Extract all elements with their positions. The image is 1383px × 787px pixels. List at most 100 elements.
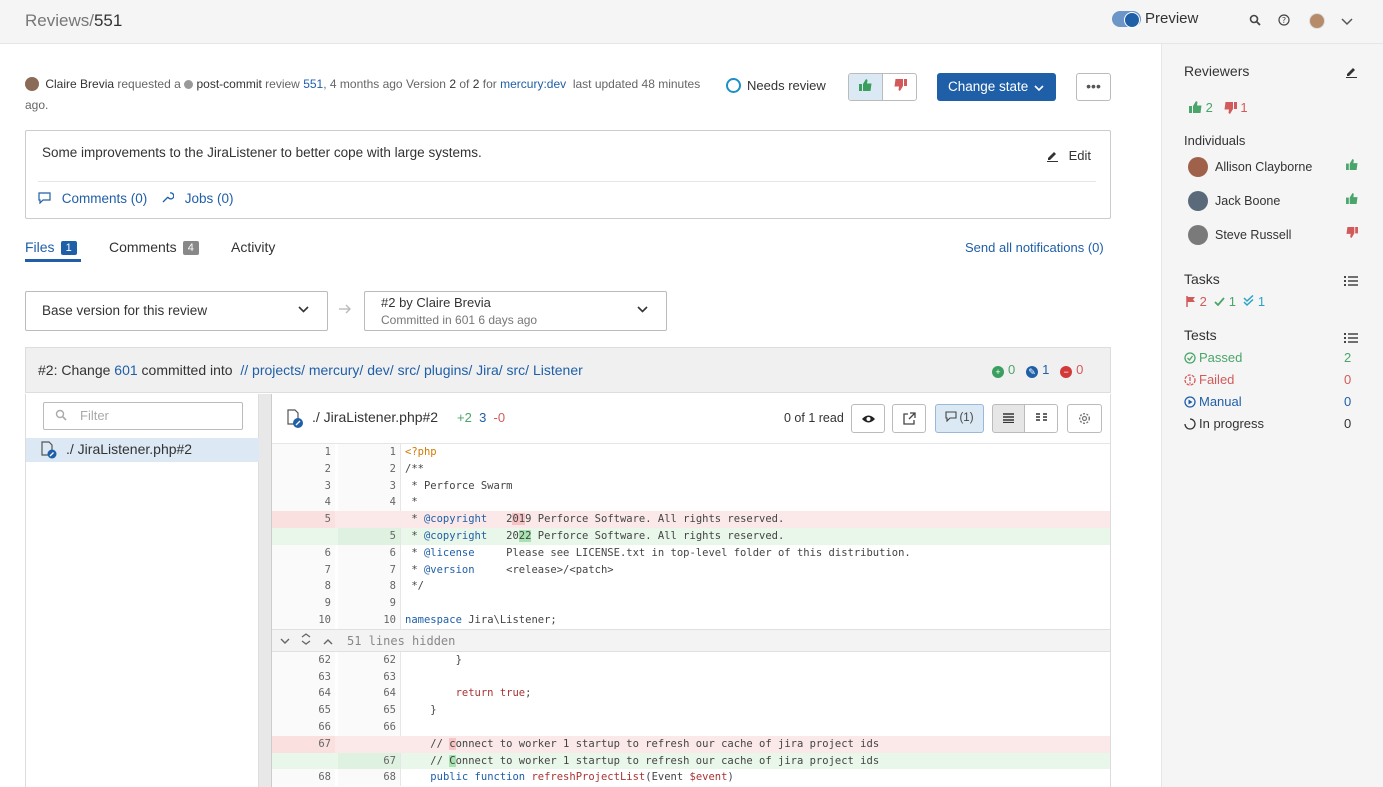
comments-link[interactable]: Comments (0) bbox=[38, 191, 147, 206]
meta-text: Version bbox=[405, 77, 446, 91]
search-icon bbox=[55, 404, 67, 430]
preview-label: Preview bbox=[1145, 10, 1199, 27]
path-segment[interactable]: Jira/ bbox=[476, 362, 502, 378]
search-icon[interactable] bbox=[1249, 14, 1261, 29]
base-version-select[interactable]: Base version for this review bbox=[25, 291, 328, 331]
diff-line[interactable]: 2 2/** bbox=[272, 460, 1110, 478]
path-segment[interactable]: projects/ bbox=[252, 362, 305, 378]
test-list-icon[interactable] bbox=[1344, 331, 1358, 346]
reviewer-row[interactable]: Allison Clayborne bbox=[1184, 157, 1364, 179]
preview-toggle[interactable] bbox=[1112, 11, 1141, 28]
open-file-button[interactable] bbox=[892, 404, 926, 433]
tab-comments[interactable]: Comments 4 bbox=[109, 239, 199, 255]
meta-text: requested a bbox=[117, 77, 181, 91]
diff-line[interactable]: 66 66 bbox=[272, 718, 1110, 736]
change-id-link[interactable]: 601 bbox=[114, 362, 137, 378]
minus-circle-icon: − bbox=[1060, 366, 1073, 378]
inline-view-button[interactable] bbox=[992, 404, 1025, 433]
tree-file-item[interactable]: ./ JiraListener.php#2 bbox=[26, 438, 259, 462]
expand-up-icon[interactable] bbox=[323, 630, 333, 652]
wrench-icon bbox=[161, 191, 185, 206]
more-options-button[interactable]: ••• bbox=[1076, 73, 1111, 101]
vote-down-button[interactable] bbox=[884, 74, 916, 100]
diff-line[interactable]: 10 10 namespace Jira\Listener; bbox=[272, 611, 1110, 629]
expand-down-icon[interactable] bbox=[280, 630, 290, 652]
files-added-count: 0 bbox=[1008, 362, 1016, 377]
vote-up-button[interactable] bbox=[849, 74, 883, 100]
test-manual-row[interactable]: Manual 0 bbox=[1184, 394, 1354, 412]
change-state-label: Change state bbox=[948, 79, 1029, 94]
change-state-button[interactable]: Change state bbox=[937, 73, 1056, 101]
path-segment[interactable]: // bbox=[240, 362, 248, 378]
lines-added: +2 bbox=[457, 410, 472, 425]
version-current: 2 bbox=[449, 77, 457, 91]
reviewer-row[interactable]: Jack Boone bbox=[1184, 191, 1364, 213]
test-failed-row[interactable]: Failed 0 bbox=[1184, 372, 1354, 390]
filter-input[interactable]: Filter bbox=[43, 402, 243, 430]
thumbs-down-icon bbox=[894, 79, 907, 94]
diff-line[interactable]: 33 * Perforce Swarm bbox=[272, 477, 1110, 495]
target-version-subtitle: Committed in 601 6 days ago bbox=[381, 313, 538, 327]
user-avatar[interactable] bbox=[1309, 13, 1325, 29]
test-passed-row[interactable]: Passed 2 bbox=[1184, 350, 1354, 368]
diff-line-removed[interactable]: 67 // connect to worker 1 startup to ref… bbox=[272, 735, 1110, 753]
breadcrumb-reviews[interactable]: Reviews/ bbox=[25, 11, 94, 30]
reviewer-vote-summary: 2 1 bbox=[1189, 100, 1248, 115]
diff-line[interactable]: 88 */ bbox=[272, 578, 1110, 596]
file-comments-button[interactable]: (1) bbox=[935, 404, 984, 433]
side-by-side-view-button[interactable] bbox=[1024, 404, 1058, 433]
tab-activity[interactable]: Activity bbox=[231, 239, 275, 255]
diff-settings-button[interactable] bbox=[1067, 404, 1102, 433]
path-segment[interactable]: Listener bbox=[533, 362, 583, 378]
test-count: 2 bbox=[1344, 350, 1352, 365]
diff-line[interactable]: 44 * bbox=[272, 494, 1110, 512]
send-all-notifications-link[interactable]: Send all notifications (0) bbox=[965, 240, 1104, 255]
diff-line[interactable]: 62 62 } bbox=[272, 651, 1110, 669]
author-name[interactable]: Claire Brevia bbox=[45, 77, 114, 91]
file-tree: Filter ./ JiraListener.php#2 bbox=[25, 394, 259, 787]
diff-line[interactable]: 1 1 <?php bbox=[272, 444, 1110, 461]
path-segment[interactable]: src/ bbox=[507, 362, 530, 378]
review-id-link[interactable]: 551 bbox=[303, 77, 323, 91]
jobs-link[interactable]: Jobs (0) bbox=[161, 191, 234, 206]
mark-read-button[interactable] bbox=[851, 404, 885, 433]
test-in-progress-row[interactable]: In progress 0 bbox=[1184, 416, 1354, 434]
tab-files-badge: 1 bbox=[60, 241, 77, 255]
diff-line[interactable]: 65 65 } bbox=[272, 702, 1110, 719]
help-icon[interactable]: ? bbox=[1278, 14, 1290, 29]
project-link[interactable]: mercury:dev bbox=[500, 77, 566, 91]
diff-line[interactable]: 66 * @license Please see LICENSE.txt in … bbox=[272, 544, 1110, 562]
description-text: Some improvements to the JiraListener to… bbox=[42, 145, 482, 160]
path-segment[interactable]: mercury/ bbox=[309, 362, 363, 378]
panel-resize-handle[interactable] bbox=[259, 394, 272, 787]
edit-reviewers-icon[interactable] bbox=[1345, 65, 1358, 81]
edit-label: Edit bbox=[1068, 148, 1092, 163]
diff-line-added[interactable]: 67 // Connect to worker 1 startup to ref… bbox=[272, 752, 1110, 770]
columns-icon bbox=[1035, 411, 1047, 426]
edit-description-button[interactable]: Edit bbox=[1046, 148, 1091, 163]
diff-line[interactable]: 99 bbox=[272, 595, 1110, 612]
reviewer-name: Allison Clayborne bbox=[1215, 160, 1313, 174]
chevron-down-icon bbox=[298, 304, 309, 316]
tab-files[interactable]: Files 1 bbox=[25, 239, 77, 255]
reviewer-row[interactable]: Steve Russell bbox=[1184, 225, 1364, 247]
diff-line[interactable]: 63 63 bbox=[272, 668, 1110, 686]
down-vote-count: 1 bbox=[1240, 100, 1248, 115]
task-list-icon[interactable] bbox=[1344, 274, 1358, 289]
target-version-select[interactable]: #2 by Claire Brevia Committed in 601 6 d… bbox=[364, 291, 667, 331]
hidden-lines-row[interactable]: 51 lines hidden bbox=[272, 628, 1110, 652]
description-panel: Some improvements to the JiraListener to… bbox=[25, 130, 1111, 219]
path-segment[interactable]: dev/ bbox=[367, 362, 393, 378]
path-segment[interactable]: src/ bbox=[398, 362, 421, 378]
expand-all-icon[interactable] bbox=[301, 630, 311, 652]
breadcrumb-review-id: 551 bbox=[93, 11, 123, 30]
diff-line[interactable]: 64 64 return true; bbox=[272, 685, 1110, 703]
tests-title: Tests bbox=[1184, 327, 1217, 343]
diff-line-added[interactable]: 5 * @copyright 2022 Perforce Software. A… bbox=[272, 527, 1110, 545]
diff-line-removed[interactable]: 5 * @copyright 2019 Perforce Software. A… bbox=[272, 511, 1110, 528]
verified-tasks-count: 1 bbox=[1257, 294, 1266, 309]
chevron-down-icon[interactable] bbox=[1341, 15, 1353, 29]
diff-line[interactable]: 68 68 public function refreshProjectList(… bbox=[272, 769, 1110, 787]
diff-line[interactable]: 77 * @version <release>/<patch> bbox=[272, 561, 1110, 579]
path-segment[interactable]: plugins/ bbox=[424, 362, 472, 378]
